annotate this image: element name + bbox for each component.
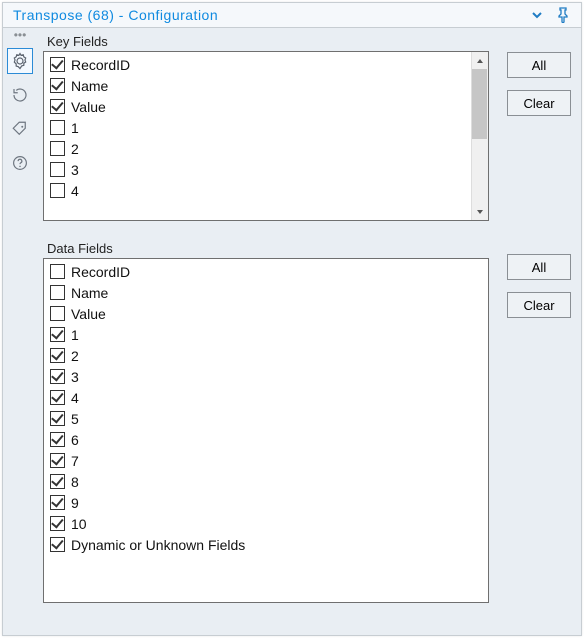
datafields-item-label: 6	[71, 432, 79, 448]
keyfields-row[interactable]: Value	[46, 96, 486, 117]
datafields-item-label: 10	[71, 516, 87, 532]
keyfields-row[interactable]: 2	[46, 138, 486, 159]
datafields-checkbox[interactable]	[50, 285, 65, 300]
datafields-item-label: 9	[71, 495, 79, 511]
datafields-checkbox[interactable]	[50, 453, 65, 468]
datafields-checkbox[interactable]	[50, 348, 65, 363]
keyfields-item-label: 3	[71, 162, 79, 178]
datafields-checkbox[interactable]	[50, 306, 65, 321]
keyfields-item-label: 2	[71, 141, 79, 157]
keyfields-checkbox[interactable]	[50, 57, 65, 72]
datafields-row[interactable]: 10	[46, 513, 486, 534]
datafields-item-label: Dynamic or Unknown Fields	[71, 537, 245, 553]
keyfields-item-label: 1	[71, 120, 79, 136]
datafields-item-label: 7	[71, 453, 79, 469]
collapse-chevron-icon[interactable]	[529, 7, 545, 23]
titlebar-actions	[529, 7, 571, 23]
datafields-all-button[interactable]: All	[507, 254, 571, 280]
datafields-checkbox[interactable]	[50, 369, 65, 384]
help-icon[interactable]	[7, 150, 33, 176]
datafields-checkbox[interactable]	[50, 537, 65, 552]
datafields-row[interactable]: 1	[46, 324, 486, 345]
keyfields-item-label: Value	[71, 99, 106, 115]
keyfields-row[interactable]: Name	[46, 75, 486, 96]
datafields-row[interactable]: Name	[46, 282, 486, 303]
keyfields-item-label: Name	[71, 78, 108, 94]
datafields-row[interactable]: 3	[46, 366, 486, 387]
scroll-down-icon[interactable]	[472, 203, 488, 220]
main-area: Key Fields RecordIDNameValue1234 Dat	[37, 28, 581, 632]
datafields-item-label: 3	[71, 369, 79, 385]
keyfields-row[interactable]: 4	[46, 180, 486, 201]
keyfields-item-label: RecordID	[71, 57, 130, 73]
datafields-checkbox[interactable]	[50, 390, 65, 405]
datafields-checkbox[interactable]	[50, 495, 65, 510]
keyfields-checkbox[interactable]	[50, 120, 65, 135]
datafields-checkbox[interactable]	[50, 474, 65, 489]
scroll-thumb[interactable]	[472, 69, 487, 139]
datafields-row[interactable]: 4	[46, 387, 486, 408]
keyfields-item-label: 4	[71, 183, 79, 199]
datafields-row[interactable]: Dynamic or Unknown Fields	[46, 534, 486, 555]
datafields-item-label: Value	[71, 306, 106, 322]
datafields-checkbox[interactable]	[50, 264, 65, 279]
keyfields-clear-button[interactable]: Clear	[507, 90, 571, 116]
keyfields-checkbox[interactable]	[50, 141, 65, 156]
datafields-checkbox[interactable]	[50, 516, 65, 531]
datafields-row[interactable]: 9	[46, 492, 486, 513]
datafields-row[interactable]: 7	[46, 450, 486, 471]
keyfields-checkbox[interactable]	[50, 78, 65, 93]
keyfields-checkbox[interactable]	[50, 162, 65, 177]
keyfields-row[interactable]: 1	[46, 117, 486, 138]
refresh-icon[interactable]	[7, 82, 33, 108]
scroll-up-icon[interactable]	[472, 52, 488, 69]
datafields-row[interactable]: Value	[46, 303, 486, 324]
datafields-item-label: 1	[71, 327, 79, 343]
datafields-item-label: Name	[71, 285, 108, 301]
keyfields-scrollbar[interactable]	[471, 52, 488, 220]
datafields-row[interactable]: 6	[46, 429, 486, 450]
datafields-listbox[interactable]: RecordID Name Value 1 2 3 4 5 6 7 8 9 10 Dynamic or U…	[43, 258, 489, 603]
tag-icon[interactable]	[7, 116, 33, 142]
panel-title: Transpose (68) - Configuration	[13, 7, 218, 23]
keyfields-listbox[interactable]: RecordID Name Value 1 2 3 4	[43, 51, 489, 221]
datafields-item-label: 5	[71, 411, 79, 427]
keyfields-row[interactable]: 3	[46, 159, 486, 180]
lists-column: Key Fields RecordIDNameValue1234 Dat	[43, 34, 489, 626]
titlebar: Transpose (68) - Configuration	[3, 3, 581, 28]
keyfields-row[interactable]: RecordID	[46, 54, 486, 75]
panel-body: ••• Key Fields RecordID Name Value 1 2 3 4	[3, 28, 581, 632]
keyfields-label: Key Fields	[47, 34, 489, 49]
datafields-row[interactable]: 8	[46, 471, 486, 492]
datafields-item-label: 2	[71, 348, 79, 364]
config-panel: Transpose (68) - Configuration •••	[2, 2, 582, 636]
datafields-checkbox[interactable]	[50, 411, 65, 426]
datafields-row[interactable]: RecordID	[46, 261, 486, 282]
keyfields-all-button[interactable]: All	[507, 52, 571, 78]
keyfields-checkbox[interactable]	[50, 183, 65, 198]
datafields-checkbox[interactable]	[50, 327, 65, 342]
buttons-column: All Clear All Clear	[499, 34, 577, 626]
datafields-clear-button[interactable]: Clear	[507, 292, 571, 318]
datafields-checkbox[interactable]	[50, 432, 65, 447]
left-rail: •••	[3, 28, 37, 632]
datafields-item-label: 8	[71, 474, 79, 490]
datafields-label: Data Fields	[47, 241, 489, 256]
pin-icon[interactable]	[555, 7, 571, 23]
keyfields-checkbox[interactable]	[50, 99, 65, 114]
datafields-row[interactable]: 5	[46, 408, 486, 429]
datafields-item-label: 4	[71, 390, 79, 406]
gear-icon[interactable]	[7, 48, 33, 74]
more-dots-icon[interactable]: •••	[14, 32, 27, 40]
datafields-row[interactable]: 2	[46, 345, 486, 366]
datafields-item-label: RecordID	[71, 264, 130, 280]
